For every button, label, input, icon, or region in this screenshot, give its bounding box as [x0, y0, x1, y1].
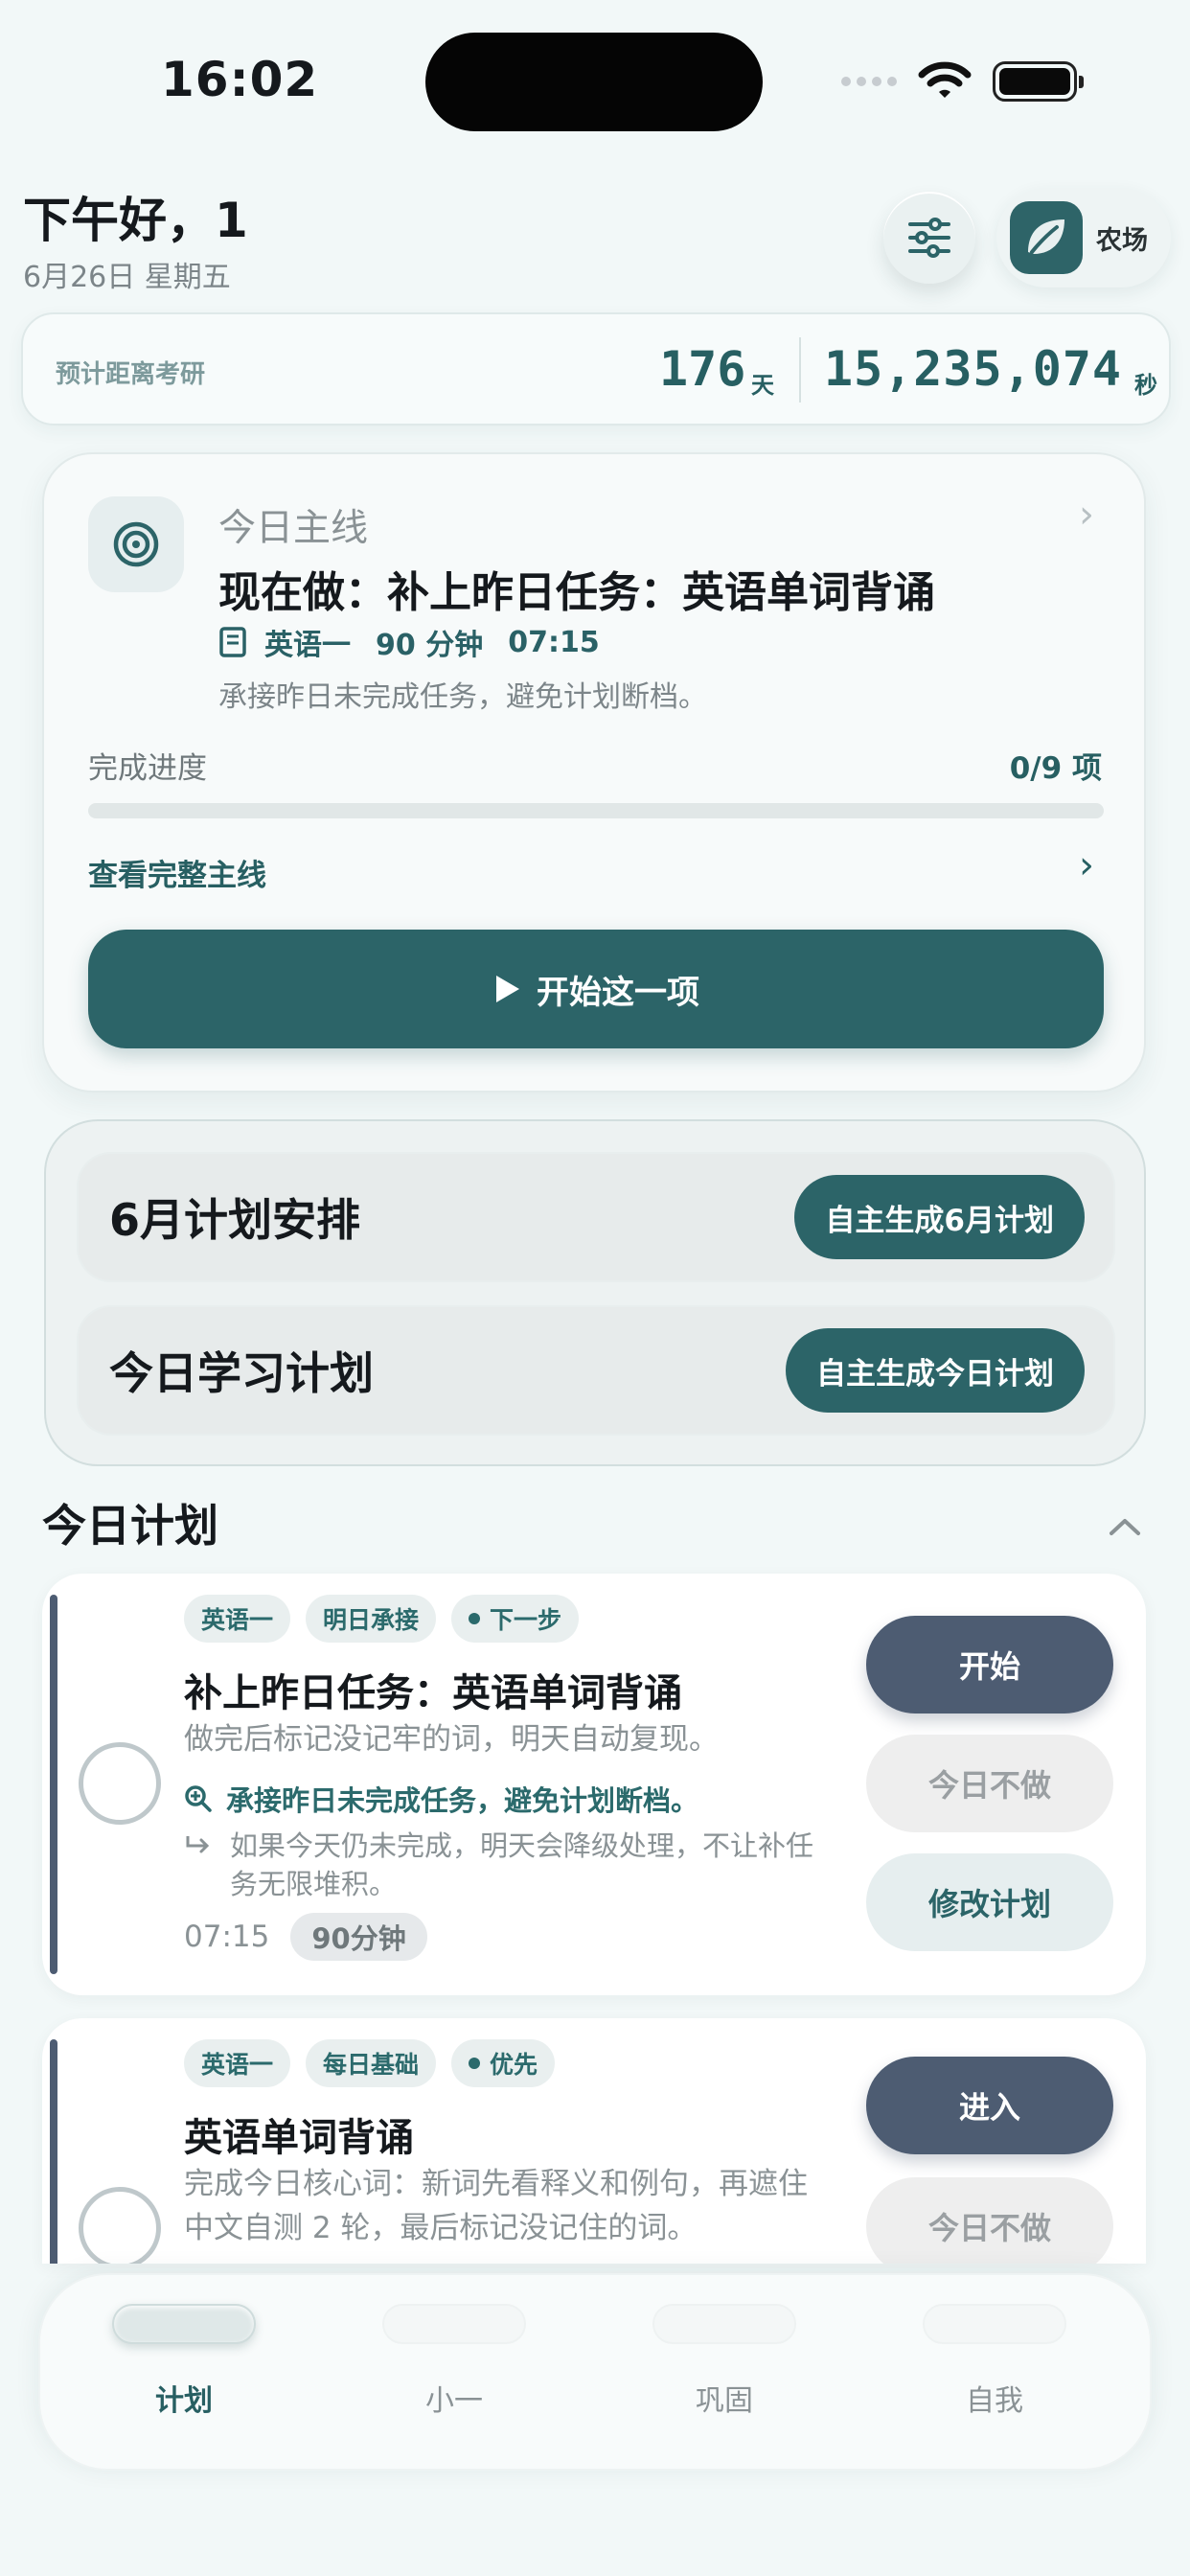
task-carryover-note: 承接昨日未完成任务，避免计划断档。	[184, 1779, 698, 1819]
task-complete-checkbox[interactable]	[79, 1742, 161, 1825]
main-line-duration: 90 分钟	[376, 629, 484, 662]
tab-label: 巩固	[696, 2384, 753, 2418]
view-full-main-line-link[interactable]: 查看完整主线	[88, 851, 266, 894]
chevron-up-icon[interactable]	[1108, 1516, 1142, 1541]
countdown-label: 预计距离考研	[56, 360, 206, 389]
daily-plan-row: 今日学习计划 自主生成今日计划	[77, 1305, 1115, 1436]
countdown-seconds: 15,235,074	[824, 341, 1123, 397]
return-arrow-icon	[186, 1836, 210, 1853]
farm-button[interactable]: 农场	[996, 188, 1171, 288]
progress-bar	[88, 803, 1104, 818]
task-tag: 明日承接	[306, 1595, 437, 1643]
task-description: 完成今日核心词：新词先看释义和例句，再遮住中文自测 2 轮，最后标记没记住的词。	[184, 2167, 808, 2245]
tab-xiaoyi[interactable]: 小一	[320, 2304, 588, 2419]
battery-icon	[993, 61, 1084, 102]
target-icon	[88, 496, 184, 592]
chevron-right-icon[interactable]: ›	[1079, 493, 1094, 537]
task-tag: 英语一	[184, 1595, 291, 1643]
task-tags: 英语一 明日承接 下一步	[184, 1595, 580, 1643]
progress-count: 0/9 项	[1009, 751, 1102, 786]
main-line-overline: 今日主线	[218, 507, 369, 550]
main-line-note: 承接昨日未完成任务，避免计划断档。	[218, 680, 707, 714]
chevron-right-icon[interactable]: ›	[1079, 843, 1094, 887]
leaf-icon	[1010, 201, 1083, 274]
date-label: 6月26日 星期五	[23, 261, 231, 294]
section-title: 今日计划	[42, 1500, 218, 1552]
greeting: 下午好，1	[23, 193, 248, 248]
countdown-seconds-unit: 秒	[1134, 372, 1157, 399]
tab-self[interactable]: 自我	[860, 2304, 1129, 2419]
main-line-meta: 英语一 90 分钟 07:15	[218, 621, 600, 663]
edit-plan-button[interactable]: 修改计划	[866, 1853, 1113, 1951]
task-tag: 每日基础	[306, 2039, 437, 2087]
task-description: 做完后标记没记牢的词，明天自动复现。	[184, 1722, 719, 1757]
task-time: 07:15	[184, 1920, 270, 1954]
task-card[interactable]: 英语一 每日基础 优先 英语单词背诵 完成今日核心词：新词先看释义和例句，再遮住…	[42, 2018, 1146, 2264]
main-line-card[interactable]: 今日主线 › 现在做：补上昨日任务：英语单词背诵 英语一 90 分钟 07:15…	[42, 452, 1146, 1092]
search-icon	[185, 1785, 212, 1812]
countdown-days-unit: 天	[751, 372, 774, 399]
enter-task-button[interactable]: 进入	[866, 2057, 1113, 2154]
play-icon	[496, 976, 519, 1002]
tab-review[interactable]: 巩固	[590, 2304, 858, 2419]
sliders-icon	[908, 218, 950, 258]
monthly-plan-row: 6月计划安排 自主生成6月计划	[77, 1152, 1115, 1282]
status-time: 16:02	[161, 52, 319, 107]
book-icon	[219, 627, 246, 657]
task-tag-next: 下一步	[451, 1595, 580, 1643]
start-item-label: 开始这一项	[537, 973, 699, 1012]
filter-button[interactable]	[883, 192, 975, 284]
task-complete-checkbox[interactable]	[79, 2187, 161, 2264]
daily-plan-title: 今日学习计划	[109, 1347, 374, 1399]
start-task-button[interactable]: 开始	[866, 1616, 1113, 1714]
task-schedule: 07:15 90分钟	[184, 1913, 427, 1961]
task-tag: 英语一	[184, 2039, 291, 2087]
task-tags: 英语一 每日基础 优先	[184, 2039, 556, 2087]
main-line-time: 07:15	[508, 625, 600, 659]
countdown-divider	[799, 337, 801, 402]
tab-label: 自我	[966, 2384, 1023, 2418]
task-title: 补上昨日任务：英语单词背诵	[184, 1671, 682, 1715]
wifi-icon	[918, 61, 972, 98]
farm-label: 农场	[1096, 225, 1148, 256]
countdown-days: 176	[659, 341, 746, 397]
main-line-title: 现在做：补上昨日任务：英语单词背诵	[218, 568, 935, 617]
tab-plan[interactable]: 计划	[50, 2304, 318, 2419]
task-card[interactable]: 英语一 明日承接 下一步 补上昨日任务：英语单词背诵 做完后标记没记牢的词，明天…	[42, 1574, 1146, 1995]
dynamic-island	[425, 33, 763, 131]
task-tag-label: 优先	[490, 2051, 538, 2079]
monthly-plan-title: 6月计划安排	[109, 1194, 361, 1246]
tab-label: 计划	[155, 2384, 213, 2418]
progress-label: 完成进度	[88, 751, 207, 786]
main-line-subject: 英语一	[264, 629, 351, 662]
start-item-button[interactable]: 开始这一项	[88, 930, 1104, 1048]
tab-bar: 计划 小一 巩固 自我	[38, 2273, 1152, 2471]
task-tag-priority: 优先	[451, 2039, 556, 2087]
status-icons	[841, 58, 1084, 105]
generate-monthly-plan-button[interactable]: 自主生成6月计划	[794, 1175, 1085, 1259]
task-warning-text: 如果今天仍未完成，明天会降级处理，不让补任务无限堆积。	[230, 1829, 814, 1900]
plan-generation-card: 6月计划安排 自主生成6月计划 今日学习计划 自主生成今日计划	[44, 1119, 1146, 1466]
task-title: 英语单词背诵	[184, 2116, 414, 2160]
skip-today-button[interactable]: 今日不做	[866, 1735, 1113, 1832]
tab-indicator	[652, 2304, 796, 2344]
cellular-signal-icon	[841, 77, 897, 86]
tab-label: 小一	[425, 2384, 483, 2418]
task-tag-label: 下一步	[490, 1606, 562, 1634]
task-warning-note: 如果今天仍未完成，明天会降级处理，不让补任务无限堆积。	[184, 1827, 835, 1903]
task-accent-bar	[50, 1595, 57, 1974]
dot-icon	[469, 2058, 481, 2069]
exam-countdown: 预计距离考研 176 天 15,235,074 秒	[21, 312, 1171, 426]
tab-indicator	[923, 2304, 1066, 2344]
task-duration: 90分钟	[290, 1913, 427, 1961]
generate-daily-plan-button[interactable]: 自主生成今日计划	[786, 1328, 1085, 1413]
skip-today-button[interactable]: 今日不做	[866, 2177, 1113, 2264]
tab-indicator	[112, 2304, 256, 2344]
tab-indicator	[382, 2304, 526, 2344]
task-accent-bar	[50, 2039, 57, 2264]
dot-icon	[469, 1613, 481, 1624]
task-carryover-text: 承接昨日未完成任务，避免计划断档。	[226, 1784, 699, 1817]
